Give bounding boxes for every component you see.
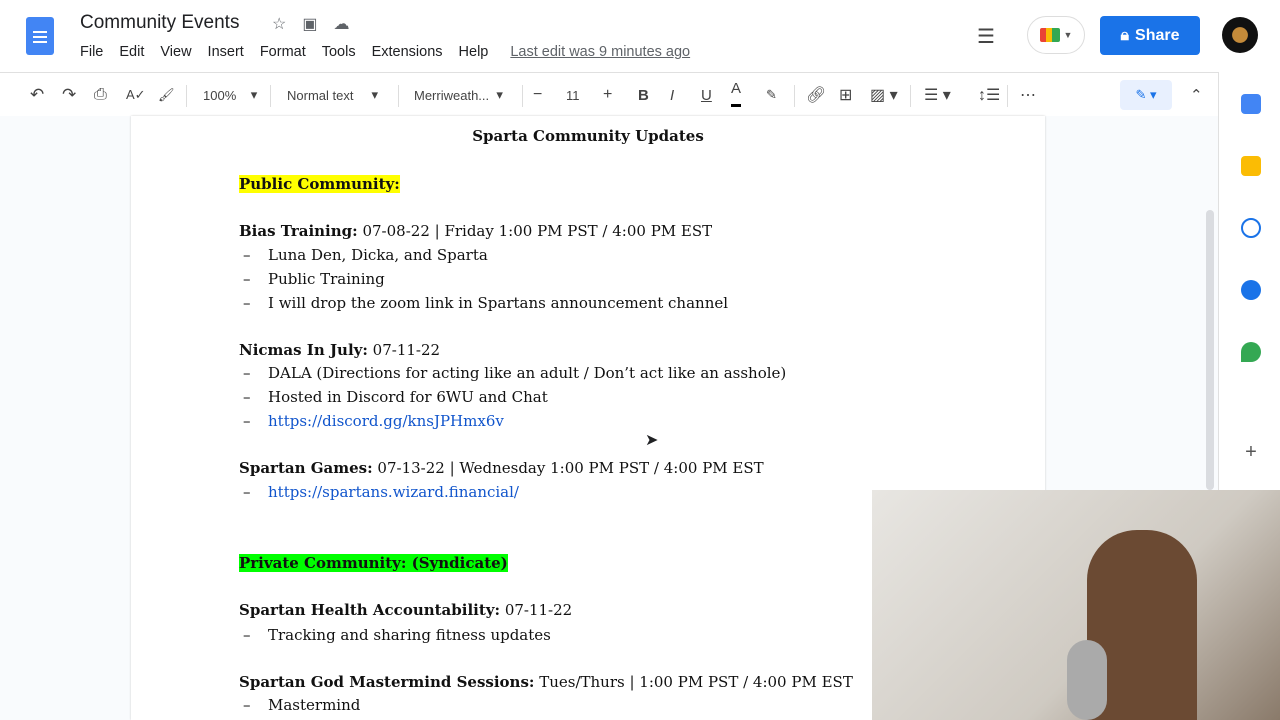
health-line: Spartan Health Accountability: 07-11-22: [239, 601, 573, 619]
list-item: DALA (Directions for acting like an adul…: [243, 364, 786, 382]
nicmas-line: Nicmas In July: 07-11-22: [239, 341, 441, 359]
list-item: https://discord.gg/knsJPHmx6v: [243, 412, 504, 430]
header: Community Events ☆ ▣ ☁ File Edit View Inse…: [0, 0, 1280, 72]
meet-icon: [1039, 28, 1060, 42]
doc-heading: Sparta Community Updates: [472, 127, 704, 145]
webcam-overlay: [872, 490, 1280, 720]
list-item: Public Training: [243, 270, 385, 288]
paint-format-icon[interactable]: 🖌︎: [158, 73, 175, 117]
add-comment-icon[interactable]: ⊞: [839, 73, 852, 117]
decrease-font-size-button[interactable]: −: [533, 73, 542, 117]
share-label: Share: [1135, 26, 1180, 44]
avatar[interactable]: [1222, 17, 1258, 53]
last-edit-link[interactable]: Last edit was 9 minutes ago: [510, 44, 690, 60]
undo-icon[interactable]: ↶: [30, 73, 44, 117]
maps-icon[interactable]: [1241, 342, 1261, 362]
public-community-heading: Public Community:: [239, 175, 400, 193]
move-folder-icon[interactable]: ▣: [302, 14, 317, 34]
zoom-select[interactable]: 100% ▾: [203, 73, 257, 117]
toolbar: ↶ ↷ ⎙ A✓ 🖌︎ 100% ▾ Normal text ▾ Merriwe…: [0, 72, 1218, 116]
cloud-status-icon[interactable]: ☁: [333, 14, 349, 34]
font-select[interactable]: Merriweath... ▾: [414, 73, 503, 117]
chevron-down-icon: ▼: [1063, 30, 1073, 40]
keep-icon[interactable]: [1241, 156, 1261, 176]
bold-button[interactable]: B: [638, 73, 649, 117]
private-community-heading: Private Community: (Syndicate): [239, 554, 508, 572]
share-button[interactable]: 🔒︎ Share: [1100, 16, 1200, 55]
chevron-up-icon[interactable]: ⌃: [1190, 73, 1203, 117]
redo-icon[interactable]: ↷: [62, 73, 76, 117]
meet-button[interactable]: ▼: [1027, 16, 1085, 54]
docs-logo-icon[interactable]: [26, 17, 54, 55]
bias-training-line: Bias Training: 07-08-22 | Friday 1:00 PM…: [239, 222, 713, 240]
scrollbar[interactable]: [1206, 210, 1214, 490]
menu-view[interactable]: View: [160, 44, 191, 60]
font-size-input[interactable]: 11: [566, 73, 580, 117]
spartans-link[interactable]: https://spartans.wizard.financial/: [268, 483, 519, 501]
add-addon-icon[interactable]: +: [1241, 442, 1261, 462]
list-item: Luna Den, Dicka, and Sparta: [243, 246, 488, 264]
star-icon[interactable]: ☆: [272, 14, 286, 34]
menu-tools[interactable]: Tools: [322, 44, 356, 60]
doc-title[interactable]: Community Events: [80, 12, 239, 34]
style-select[interactable]: Normal text ▾: [287, 73, 378, 117]
editing-mode-button[interactable]: ✎ ▾: [1120, 80, 1172, 110]
text-color-button[interactable]: A: [731, 73, 742, 107]
increase-font-size-button[interactable]: +: [603, 73, 612, 117]
list-item: I will drop the zoom link in Spartans an…: [243, 294, 728, 312]
list-item: Hosted in Discord for 6WU and Chat: [243, 388, 548, 406]
align-icon[interactable]: ☰ ▾: [924, 73, 951, 117]
menu-insert[interactable]: Insert: [208, 44, 244, 60]
list-item: https://spartans.wizard.financial/: [243, 483, 519, 501]
menu-help[interactable]: Help: [459, 44, 489, 60]
underline-button[interactable]: U: [701, 73, 712, 117]
mastermind-line: Spartan God Mastermind Sessions: Tues/Th…: [239, 673, 853, 691]
menu-file[interactable]: File: [80, 44, 103, 60]
discord-link[interactable]: https://discord.gg/knsJPHmx6v: [268, 412, 504, 430]
highlight-icon[interactable]: ✎: [766, 73, 777, 117]
insert-image-icon[interactable]: ▨ ▾: [870, 73, 898, 117]
menu-edit[interactable]: Edit: [119, 44, 144, 60]
print-icon[interactable]: ⎙: [94, 73, 107, 117]
more-icon[interactable]: ⋯: [1020, 73, 1036, 117]
italic-button[interactable]: I: [670, 73, 674, 117]
spellcheck-icon[interactable]: A✓: [126, 73, 146, 117]
lock-icon: 🔒︎: [1120, 26, 1130, 44]
contacts-icon[interactable]: [1241, 280, 1261, 300]
menu-bar: File Edit View Insert Format Tools Exten…: [80, 44, 706, 60]
line-spacing-icon[interactable]: ↕☰: [978, 73, 1000, 117]
list-item: Mastermind: [243, 696, 360, 714]
link-icon[interactable]: 🔗︎: [806, 73, 826, 117]
menu-extensions[interactable]: Extensions: [372, 44, 443, 60]
mouse-cursor-icon: ➤: [645, 432, 659, 449]
tasks-icon[interactable]: [1241, 218, 1261, 238]
menu-format[interactable]: Format: [260, 44, 306, 60]
comment-history-icon[interactable]: ☰: [977, 24, 995, 49]
calendar-icon[interactable]: [1241, 94, 1261, 114]
spartan-games-line: Spartan Games: 07-13-22 | Wednesday 1:00…: [239, 459, 764, 477]
microphone-image: [1067, 640, 1107, 720]
list-item: Tracking and sharing fitness updates: [243, 626, 551, 644]
